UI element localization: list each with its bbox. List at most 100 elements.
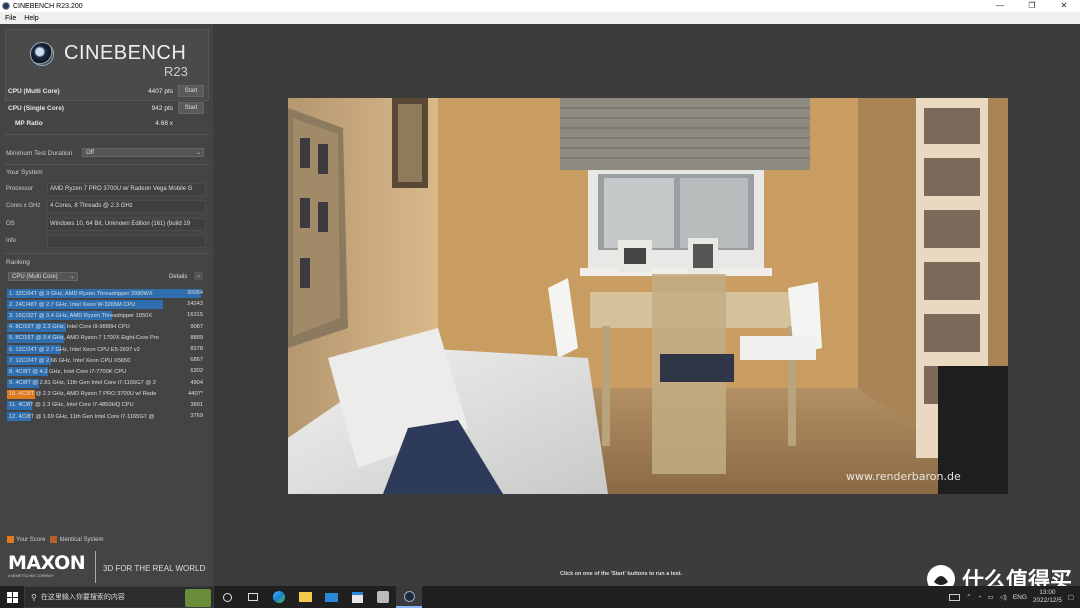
ranking-row[interactable]: 8. 4C/8T @ 4.2 GHz, Intel Core i7-7700K … [7,366,205,377]
ranking-cpu-label: 7. 12C/24T @ 2.66 GHz, Intel Xeon CPU X5… [9,357,131,364]
score-label: MP Ratio [15,119,43,127]
mail-icon[interactable] [318,586,344,608]
cinebench-app-icon [2,2,10,10]
ranking-score: 24243 [187,301,203,308]
volume-icon[interactable]: ◁) [1000,593,1007,601]
ranking-row[interactable]: 4. 8C/16T @ 2.3 GHz, Intel Core i9-9880H… [7,322,205,333]
divider [5,253,209,254]
start-multi-core-button[interactable]: Start [178,85,204,97]
maxon-subtitle: A NEMETSCHEK COMPANY [8,574,54,578]
menu-file[interactable]: File [5,15,16,22]
ranking-score: 6302 [190,368,203,375]
system-value-field[interactable]: Windows 10, 64 Bit, Unknown Edition (161… [47,217,206,231]
chevron-down-icon: ⌄ [195,150,201,156]
ranking-row[interactable]: 5. 8C/16T @ 3.4 GHz, AMD Ryzen 7 1700X E… [7,333,205,344]
ranking-cpu-label: 3. 16C/32T @ 3.4 GHz, AMD Ryzen Threadri… [9,312,153,319]
render-preview: www.renderbaron.de [288,98,1008,494]
clock[interactable]: 13:00 2022/12/5 [1033,589,1062,605]
ranking-score: 8378 [190,345,203,352]
left-panel: CINEBENCH R23 CPU (Multi Core) 4407 pts … [0,24,213,586]
windows-start-button[interactable] [0,586,24,608]
taskbar-search-box[interactable]: ⚲ 在这里输入你要搜索的内容 [24,586,214,608]
edge-browser-icon[interactable] [266,586,292,608]
logo-version: R23 [164,64,188,79]
ranking-cpu-label: 10. 4C/8T @ 2.3 GHz, AMD Ryzen 7 PRO 370… [9,391,157,398]
chevron-up-icon[interactable]: ⌃ [966,593,971,601]
clock-time: 13:00 [1039,589,1056,596]
your-score-legend: Your Score [16,536,46,543]
score-value: 4.68 x [155,119,173,127]
ranking-cpu-label: 9. 4C/8T @ 2.81 GHz, 11th Gen Intel Core… [9,380,156,387]
min-test-duration-select[interactable]: Off ⌄ [82,148,204,157]
ranking-row[interactable]: 9. 4C/8T @ 2.81 GHz, 11th Gen Intel Core… [7,378,205,389]
system-row-info: Info [6,234,206,248]
system-value-field[interactable]: 4 Cores, 8 Threads @ 2.3 GHz [47,199,206,213]
maximize-button[interactable]: ❐ [1016,0,1048,12]
identical-system-legend: Identical System [59,536,104,543]
ranking-row[interactable]: 2. 24C/48T @ 2.7 GHz, Intel Xeon W-3265M… [7,299,205,310]
window-controls: — ❐ ✕ [984,0,1080,12]
keyboard-icon[interactable] [949,593,961,601]
render-image: www.renderbaron.de [288,98,1008,494]
ranking-cpu-label: 4. 8C/16T @ 2.3 GHz, Intel Core i9-9880H… [9,324,130,331]
title-bar: CINEBENCH R23.200 — ❐ ✕ [0,0,1080,12]
minimize-button[interactable]: — [984,0,1016,12]
ranking-row[interactable]: 1. 32C/64T @ 3 GHz, AMD Ryzen Threadripp… [7,288,205,299]
maxon-logo: MAXON A NEMETSCHEK COMPANY [8,552,88,582]
language-indicator[interactable]: ENG [1013,594,1027,601]
file-explorer-icon[interactable] [292,586,318,608]
ranking-list[interactable]: 1. 32C/64T @ 3 GHz, AMD Ryzen Threadripp… [7,288,205,422]
ranking-row[interactable]: 10. 4C/8T @ 2.3 GHz, AMD Ryzen 7 PRO 370… [7,389,205,400]
battery-icon[interactable]: ▭ [988,593,994,601]
ranking-cpu-label: 11. 4C/8T @ 2.3 GHz, Intel Core i7-4850H… [9,402,134,409]
ranking-benchmark-select[interactable]: CPU (Multi Core) ⌄ [8,272,78,281]
system-key: Info [6,238,17,244]
search-placeholder: 在这里输入你要搜索的内容 [40,594,125,601]
system-value-field[interactable]: AMD Ryzen 7 PRO 3700U w/ Radeon Vega Mob… [47,182,206,196]
network-icon[interactable]: ◔ [978,594,982,601]
system-key: Processor [6,186,34,192]
brand-tagline: 3D FOR THE REAL WORLD [103,564,206,573]
score-label: CPU (Single Core) [8,104,64,112]
score-value: 4407 pts [148,87,173,95]
ranking-row[interactable]: 3. 16C/32T @ 3.4 GHz, AMD Ryzen Threadri… [7,310,205,321]
your-system-heading: Your System [6,169,43,176]
score-row-mp-ratio: MP Ratio 4.68 x [8,116,206,130]
widgets-icon[interactable] [240,586,266,608]
ranking-benchmark-value: CPU (Multi Core) [12,273,58,280]
system-row-cores: Cores x GHz 4 Cores, 8 Threads @ 2.3 GHz [6,199,206,213]
ranking-score: 6867 [190,357,203,364]
notification-icon[interactable]: ▢ [1068,593,1074,601]
system-info-field[interactable] [47,234,206,248]
min-test-duration-label: Minimum Test Duration [6,150,73,157]
ranking-row[interactable]: 6. 12C/24T @ 2.7 GHz, Intel Xeon CPU E5-… [7,344,205,355]
status-message: Click on one of the 'Start' buttons to r… [560,571,683,577]
logo-name: CINEBENCH [64,42,187,64]
app-icon[interactable] [370,586,396,608]
system-row-os: OS Windows 10, 64 Bit, Unknown Edition (… [6,217,206,231]
your-score-swatch [7,536,14,543]
ranking-score: 30054 [187,290,203,296]
ranking-score: 16315 [187,312,203,319]
start-single-core-button[interactable]: Start [178,102,204,114]
close-button[interactable]: ✕ [1048,0,1080,12]
task-view-icon[interactable] [214,586,240,608]
ranking-cpu-label: 6. 12C/24T @ 2.7 GHz, Intel Xeon CPU E5-… [9,346,140,353]
ranking-row[interactable]: 7. 12C/24T @ 2.66 GHz, Intel Xeon CPU X5… [7,355,205,366]
menu-help[interactable]: Help [24,15,38,22]
min-test-duration-value: Off [86,149,94,156]
ranking-heading: Ranking [6,259,30,266]
ranking-score: 8889 [190,334,203,341]
ranking-details-button[interactable]: Details ⌄ [166,272,205,281]
score-value: 942 pts [151,104,173,112]
cinebench-logo-icon [30,42,54,66]
ranking-row[interactable]: 12. 4C/8T @ 1.69 GHz, 11th Gen Intel Cor… [7,411,205,422]
system-key: OS [6,221,15,227]
cinebench-taskbar-icon[interactable] [396,586,422,608]
chevron-down-icon: ⌄ [69,274,75,280]
ranking-row[interactable]: 11. 4C/8T @ 2.3 GHz, Intel Core i7-4850H… [7,400,205,411]
ranking-score: 3769 [190,413,203,420]
store-icon[interactable] [344,586,370,608]
system-tray: ⌃ ◔ ▭ ◁) ENG 13:00 2022/12/5 ▢ [949,586,1080,608]
ranking-cpu-label: 12. 4C/8T @ 1.69 GHz, 11th Gen Intel Cor… [9,413,155,420]
